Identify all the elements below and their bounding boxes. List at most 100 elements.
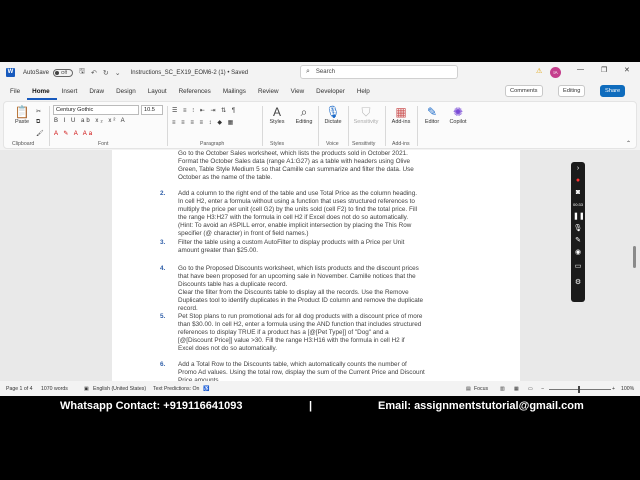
format-painter-icon[interactable]: 🖌 bbox=[36, 130, 46, 137]
font-name-select[interactable]: Century Gothic bbox=[53, 105, 139, 115]
warning-icon[interactable]: ⚠ bbox=[536, 67, 542, 75]
list-number: 2. bbox=[160, 190, 166, 197]
text-line: Clear the filter from the Discounts tabl… bbox=[178, 289, 409, 297]
instruction-step[interactable]: Go to the October Sales worksheet, which… bbox=[178, 150, 478, 182]
addins-button[interactable]: ▦ Add-ins bbox=[388, 105, 414, 125]
cut-icon[interactable]: ✂ bbox=[36, 108, 43, 115]
font-format-buttons[interactable]: B I U ab x₂ x² A bbox=[54, 118, 127, 124]
language[interactable]: English (United States) bbox=[93, 386, 146, 392]
dictate-button[interactable]: 🎙 Dictate bbox=[322, 105, 344, 125]
record-icon[interactable]: ● bbox=[573, 176, 583, 186]
focus-mode[interactable]: Focus bbox=[474, 386, 488, 392]
tab-references[interactable]: References bbox=[174, 84, 218, 100]
share-button[interactable]: Share bbox=[600, 85, 626, 97]
instruction-step[interactable]: Filter the table using a custom AutoFilt… bbox=[178, 239, 478, 255]
focus-icon[interactable]: ▤ bbox=[466, 386, 471, 392]
pause-icon[interactable]: ❚❚ bbox=[573, 212, 585, 222]
comments-button[interactable]: Comments bbox=[505, 85, 543, 97]
scroll-thumb[interactable] bbox=[633, 246, 636, 268]
avatar[interactable]: IA bbox=[550, 67, 561, 78]
editing-mode-button[interactable]: Editing bbox=[558, 85, 586, 97]
text-line: Green, Table Style Medium 5 so that Cami… bbox=[178, 166, 414, 174]
tab-insert[interactable]: Insert bbox=[57, 84, 85, 100]
redo-icon[interactable]: ↻ bbox=[103, 69, 109, 77]
alignment-buttons[interactable]: ≡ ≡ ≡ ≡ ↕ ◆ ▦ bbox=[172, 119, 235, 126]
whatsapp-contact: Whatsapp Contact: +919116641093 bbox=[60, 400, 243, 412]
zoom-in-icon[interactable]: + bbox=[612, 386, 615, 392]
minimize-button[interactable]: — bbox=[577, 66, 584, 73]
tab-home[interactable]: Home bbox=[27, 84, 57, 100]
document-page[interactable]: Go to the October Sales worksheet, which… bbox=[112, 150, 520, 381]
tab-layout[interactable]: Layout bbox=[143, 84, 174, 100]
save-icon[interactable]: 🖫 bbox=[79, 67, 85, 78]
addins-icon: ▦ bbox=[395, 105, 407, 119]
list-buttons[interactable]: ☰ ≡ ⁝ ⇤ ⇥ ⇅ ¶ bbox=[172, 107, 237, 114]
styles-button[interactable]: A Styles bbox=[266, 105, 288, 125]
text-line: specifier (@ character) in front of fiel… bbox=[178, 230, 309, 238]
microphone-icon[interactable]: 🎙 bbox=[573, 224, 583, 234]
search-placeholder: Search bbox=[315, 69, 335, 75]
instruction-step[interactable]: Go to the Proposed Discounts worksheet, … bbox=[178, 265, 478, 313]
copilot-button[interactable]: ✺ Copilot bbox=[445, 105, 471, 125]
text-line: Go to the Proposed Discounts worksheet, … bbox=[178, 265, 419, 272]
ribbon-tabs: File Home Insert Draw Design Layout Refe… bbox=[0, 84, 640, 100]
editor-button[interactable]: ✎ Editor bbox=[420, 105, 444, 125]
zoom-level[interactable]: 100% bbox=[621, 386, 634, 392]
webcam-icon[interactable]: ◉ bbox=[573, 248, 583, 258]
document-content: Go to the October Sales worksheet, which… bbox=[112, 150, 520, 381]
proofing-icon[interactable]: ▣ bbox=[84, 386, 89, 392]
group-label-sensitivity: Sensitivity bbox=[352, 141, 376, 147]
text-line: Price amounts. bbox=[178, 377, 221, 381]
zoom-slider[interactable] bbox=[549, 389, 611, 390]
tab-draw[interactable]: Draw bbox=[84, 84, 111, 100]
sensitivity-button[interactable]: ⛉ Sensitivity bbox=[351, 105, 381, 125]
text-predictions[interactable]: Text Predictions: On bbox=[153, 386, 199, 392]
close-button[interactable]: ✕ bbox=[624, 66, 630, 74]
text-line: Duplicates tool to identify duplicates i… bbox=[178, 297, 424, 305]
undo-icon[interactable]: ↶ bbox=[91, 69, 97, 77]
tab-view[interactable]: View bbox=[286, 84, 312, 100]
instruction-step[interactable]: Pet Stop plans to run promotional ads fo… bbox=[178, 313, 478, 353]
email-contact: Email: assignmentstutorial@gmail.com bbox=[378, 400, 584, 412]
editing-button[interactable]: ⌕ Editing bbox=[292, 105, 316, 125]
text-line: Go to the October Sales worksheet, which… bbox=[178, 150, 408, 157]
collapse-ribbon-icon[interactable]: ⌃ bbox=[626, 140, 633, 147]
search-input[interactable]: ⌕ Search bbox=[300, 65, 458, 79]
page-count[interactable]: Page 1 of 4 bbox=[6, 386, 33, 392]
instruction-step[interactable]: Add a column to the right end of the tab… bbox=[178, 190, 478, 238]
read-mode-icon[interactable]: ▥ bbox=[500, 386, 505, 392]
window-icon[interactable]: ▭ bbox=[573, 262, 583, 272]
tab-developer[interactable]: Developer bbox=[311, 84, 352, 100]
text-line: Discounts table has a duplicate record. bbox=[178, 281, 288, 289]
ribbon-divider bbox=[262, 106, 263, 146]
tab-review[interactable]: Review bbox=[253, 84, 286, 100]
restore-button[interactable]: ❐ bbox=[601, 66, 607, 74]
settings-gear-icon[interactable]: ⚙ bbox=[573, 278, 583, 288]
pen-icon[interactable]: ✎ bbox=[573, 236, 583, 246]
document-title[interactable]: Instructions_SC_EX19_EOM6-2 (1) • Saved bbox=[131, 70, 249, 76]
font-size-select[interactable]: 10.5 bbox=[141, 105, 163, 115]
find-icon: ⌕ bbox=[300, 105, 308, 119]
vertical-scrollbar[interactable] bbox=[632, 150, 638, 381]
instruction-step[interactable]: Add a Total Row to the Discounts table, … bbox=[178, 361, 478, 381]
accessibility-icon[interactable]: ♿ bbox=[203, 386, 209, 392]
paste-button[interactable]: 📋 Paste bbox=[10, 105, 34, 125]
print-layout-icon[interactable]: ▦ bbox=[514, 386, 519, 392]
font-color-buttons[interactable]: A ✎ A Aa bbox=[54, 130, 94, 137]
tab-file[interactable]: File bbox=[5, 84, 27, 100]
word-count[interactable]: 1070 words bbox=[41, 386, 68, 392]
screen-recorder-toolbar: › ● ◙ 00:33 ❚❚ 🎙 ✎ ◉ ▭ ⚙ bbox=[571, 162, 585, 302]
tab-design[interactable]: Design bbox=[111, 84, 143, 100]
copy-icon[interactable]: ⧉ bbox=[36, 119, 42, 126]
zoom-out-icon[interactable]: − bbox=[541, 386, 544, 392]
tab-mailings[interactable]: Mailings bbox=[218, 84, 253, 100]
zoom-slider-thumb[interactable] bbox=[578, 386, 580, 393]
web-layout-icon[interactable]: ▭ bbox=[528, 386, 533, 392]
tab-help[interactable]: Help bbox=[352, 84, 377, 100]
camera-icon[interactable]: ◙ bbox=[573, 188, 583, 198]
customize-qat-icon[interactable]: ⌄ bbox=[115, 69, 121, 77]
autosave-toggle[interactable]: Off bbox=[53, 68, 74, 77]
collapse-icon[interactable]: › bbox=[573, 164, 583, 174]
group-label-paragraph: Paragraph bbox=[200, 141, 225, 147]
title-bar: W AutoSave Off 🖫 ↶ ↻ ⌄ Instructions_SC_E… bbox=[0, 62, 640, 83]
